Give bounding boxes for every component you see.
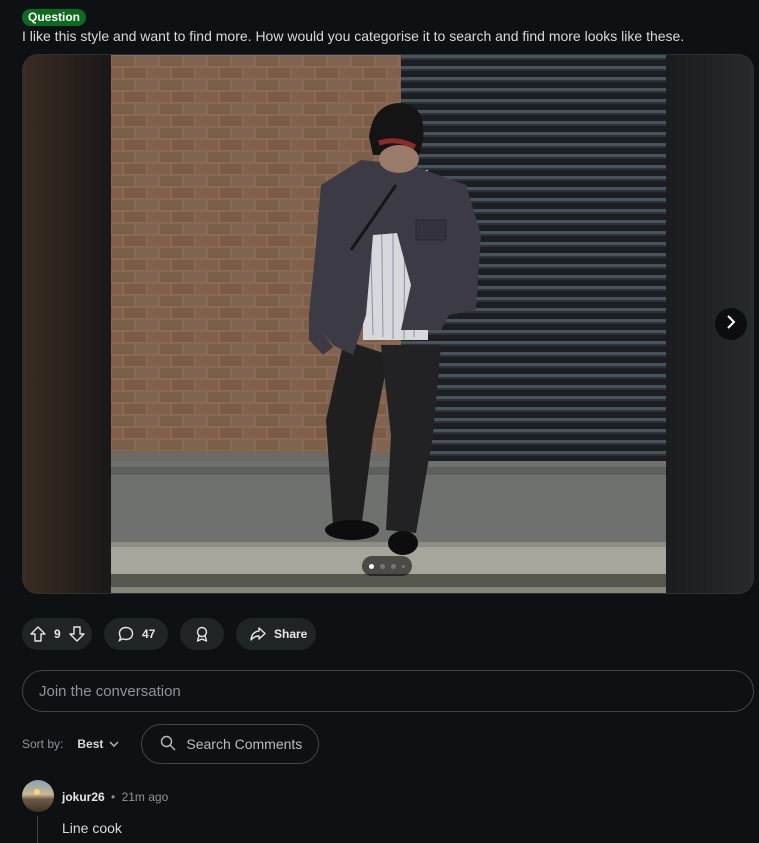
post-title: I like this style and want to find more.… xyxy=(22,28,685,44)
share-button[interactable]: Share xyxy=(236,618,316,650)
comments-button[interactable]: 47 xyxy=(104,618,168,650)
join-conversation-input[interactable]: Join the conversation xyxy=(22,670,754,712)
image-gallery[interactable] xyxy=(22,54,754,594)
thread-line[interactable] xyxy=(37,816,38,843)
search-comments-placeholder: Search Comments xyxy=(186,736,303,752)
gallery-pagination xyxy=(362,556,412,576)
arrow-up-icon[interactable] xyxy=(30,626,46,642)
post-actions: 9 47 Share xyxy=(22,618,316,650)
vote-count: 9 xyxy=(54,627,61,641)
gallery-dot[interactable] xyxy=(380,563,385,569)
sort-value: Best xyxy=(77,737,104,751)
speech-bubble-icon xyxy=(118,626,134,642)
search-comments-input[interactable]: Search Comments xyxy=(141,724,320,764)
sort-dropdown[interactable]: Best xyxy=(77,737,119,751)
gallery-dot[interactable] xyxy=(369,563,374,569)
comment-timestamp: 21m ago xyxy=(121,790,169,804)
gallery-dot[interactable] xyxy=(402,564,405,568)
award-button[interactable] xyxy=(180,618,224,650)
comment-count: 47 xyxy=(142,627,156,641)
post-image[interactable] xyxy=(111,55,666,593)
comment-sort-bar: Sort by: Best Search Comments xyxy=(22,724,320,764)
gallery-next-button[interactable] xyxy=(715,308,747,340)
share-arrow-icon xyxy=(250,626,266,642)
post-flair[interactable]: Question xyxy=(22,9,87,26)
search-icon xyxy=(160,735,176,754)
share-label: Share xyxy=(274,627,308,641)
gallery-dot[interactable] xyxy=(391,563,396,569)
comment-username[interactable]: jokur26 xyxy=(62,790,105,804)
chevron-right-icon xyxy=(725,314,737,334)
chevron-down-icon xyxy=(109,737,119,751)
street-style-photo xyxy=(111,55,666,593)
meta-separator: • xyxy=(111,790,116,804)
award-icon xyxy=(194,626,210,642)
comment-body: Line cook xyxy=(62,820,122,836)
avatar[interactable] xyxy=(22,780,54,812)
arrow-down-icon[interactable] xyxy=(68,626,85,642)
vote-control: 9 xyxy=(22,618,92,650)
sort-label: Sort by: xyxy=(22,737,64,751)
comment-meta: jokur26 • 21m ago xyxy=(62,790,168,804)
